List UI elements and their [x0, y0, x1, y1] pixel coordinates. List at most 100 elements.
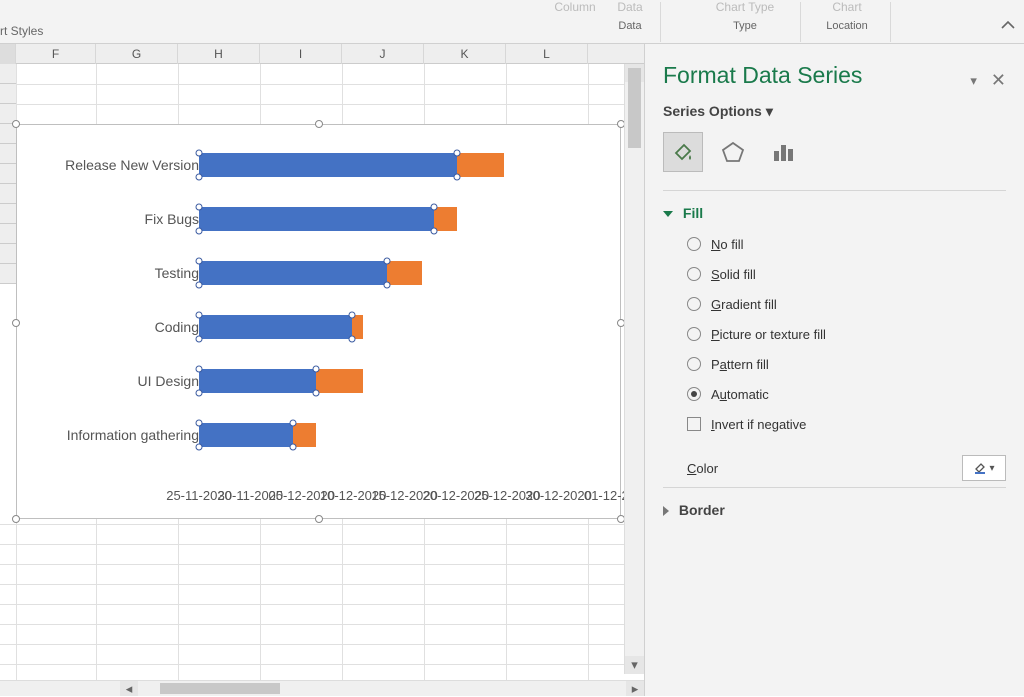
data-point-handle[interactable]	[196, 444, 203, 451]
tab-series-options-icon[interactable]	[763, 132, 803, 172]
radio-solid-fill[interactable]: Solid fill	[687, 261, 1006, 287]
category-label[interactable]: Coding	[29, 319, 199, 335]
col-header[interactable]: I	[260, 44, 342, 64]
data-point-handle[interactable]	[313, 390, 320, 397]
scroll-right-icon[interactable]: ▸	[626, 681, 644, 696]
data-point-handle[interactable]	[454, 150, 461, 157]
fill-section: Fill No fill Solid fill Gradient fill Pi…	[663, 190, 1006, 481]
ribbon-btn-column[interactable]: Column	[545, 0, 605, 44]
close-icon[interactable]: ✕	[991, 70, 1006, 91]
chart-object[interactable]: Release New Version Fix Bugs Testing Coding…	[16, 124, 621, 519]
col-header[interactable]: L	[506, 44, 588, 64]
data-point-handle[interactable]	[383, 282, 390, 289]
category-label[interactable]: Release New Version	[29, 157, 199, 173]
category-label[interactable]: Testing	[29, 265, 199, 281]
ribbon-group-chart-styles: rt Styles	[0, 24, 43, 38]
format-pane: Format Data Series ▾ ✕ Series Options▾ F…	[644, 44, 1024, 696]
pane-tabs	[663, 132, 1006, 172]
bar-series1[interactable]	[199, 423, 293, 447]
data-point-handle[interactable]	[196, 204, 203, 211]
scroll-left-icon[interactable]: ◂	[120, 681, 138, 696]
scroll-down-icon[interactable]: ▾	[625, 656, 644, 674]
data-point-handle[interactable]	[348, 336, 355, 343]
data-point-handle[interactable]	[196, 390, 203, 397]
data-point-handle[interactable]	[196, 228, 203, 235]
radio-gradient-fill[interactable]: Gradient fill	[687, 291, 1006, 317]
category-label[interactable]: Fix Bugs	[29, 211, 199, 227]
bar-series1[interactable]	[199, 207, 434, 231]
ribbon-btn-data[interactable]: Data Data	[605, 0, 655, 44]
data-point-handle[interactable]	[196, 258, 203, 265]
col-header[interactable]: G	[96, 44, 178, 64]
col-header[interactable]: F	[16, 44, 96, 64]
data-point-handle[interactable]	[430, 204, 437, 211]
bar-series2[interactable]	[387, 261, 422, 285]
tab-fill-line-icon[interactable]	[663, 132, 703, 172]
bar-series1[interactable]	[199, 369, 316, 393]
pane-options-icon[interactable]: ▾	[970, 73, 977, 89]
chart-row: Testing	[29, 253, 608, 297]
data-point-handle[interactable]	[313, 366, 320, 373]
data-point-handle[interactable]	[196, 366, 203, 373]
chevron-down-icon	[663, 211, 673, 217]
col-header[interactable]: K	[424, 44, 506, 64]
radio-no-fill[interactable]: No fill	[687, 231, 1006, 257]
radio-pattern-fill[interactable]: Pattern fill	[687, 351, 1006, 377]
resize-handle[interactable]	[315, 120, 323, 128]
radio-picture-fill[interactable]: Picture or texture fill	[687, 321, 1006, 347]
bar-series2[interactable]	[316, 369, 363, 393]
resize-handle[interactable]	[12, 120, 20, 128]
ribbon-sep	[890, 2, 891, 42]
bar-series2[interactable]	[293, 423, 316, 447]
data-point-handle[interactable]	[196, 420, 203, 427]
checkbox-invert-negative[interactable]: Invert if negative	[687, 411, 1006, 437]
bar-series2[interactable]	[457, 153, 504, 177]
plot-area[interactable]: Release New Version Fix Bugs Testing Coding…	[29, 139, 608, 482]
bar-series1[interactable]	[199, 315, 352, 339]
category-label[interactable]: Information gathering	[29, 427, 199, 443]
ribbon-btn-chart-type[interactable]: Chart Type Type	[705, 0, 785, 44]
data-point-handle[interactable]	[383, 258, 390, 265]
ribbon-collapse-icon[interactable]	[1000, 18, 1016, 37]
series-options-dropdown[interactable]: Series Options▾	[663, 103, 1006, 120]
resize-handle[interactable]	[315, 515, 323, 523]
select-all-triangle[interactable]	[0, 44, 16, 64]
bar-series1[interactable]	[199, 153, 457, 177]
fill-section-header[interactable]: Fill	[663, 205, 1006, 221]
scrollbar-thumb[interactable]	[628, 68, 641, 148]
ribbon-sep	[800, 2, 801, 42]
tab-effects-icon[interactable]	[713, 132, 753, 172]
horizontal-scrollbar[interactable]: ◂ ▸	[0, 680, 644, 696]
resize-handle[interactable]	[12, 319, 20, 327]
border-section-header[interactable]: Border	[663, 502, 1006, 518]
radio-automatic[interactable]: Automatic	[687, 381, 1006, 407]
data-point-handle[interactable]	[454, 174, 461, 181]
row-headers	[0, 64, 16, 680]
resize-handle[interactable]	[12, 515, 20, 523]
data-point-handle[interactable]	[196, 336, 203, 343]
ribbon-sep	[660, 2, 661, 42]
bar-series1[interactable]	[199, 261, 387, 285]
col-header[interactable]: J	[342, 44, 424, 64]
data-point-handle[interactable]	[196, 174, 203, 181]
data-point-handle[interactable]	[196, 150, 203, 157]
data-point-handle[interactable]	[430, 228, 437, 235]
col-header[interactable]: H	[178, 44, 260, 64]
ribbon-btn-chart-location[interactable]: Chart Location	[812, 0, 882, 44]
data-point-handle[interactable]	[289, 444, 296, 451]
worksheet[interactable]: Release New Version Fix Bugs Testing Coding…	[0, 64, 644, 680]
vertical-scrollbar[interactable]: ▴ ▾	[624, 64, 644, 674]
data-point-handle[interactable]	[289, 420, 296, 427]
pane-title: Format Data Series	[663, 62, 862, 89]
data-point-handle[interactable]	[196, 282, 203, 289]
color-picker-button[interactable]: ▾	[962, 455, 1006, 481]
bar-series2[interactable]	[434, 207, 457, 231]
scrollbar-thumb[interactable]	[160, 683, 280, 694]
ribbon: rt Styles Column Data Data Chart Type Ty…	[0, 0, 1024, 44]
chevron-right-icon	[663, 506, 669, 516]
data-point-handle[interactable]	[348, 312, 355, 319]
color-label: Color	[687, 461, 718, 476]
data-point-handle[interactable]	[196, 312, 203, 319]
category-label[interactable]: UI Design	[29, 373, 199, 389]
x-axis[interactable]: 25-11-202030-11-202005-12-202010-12-2020…	[199, 488, 608, 508]
